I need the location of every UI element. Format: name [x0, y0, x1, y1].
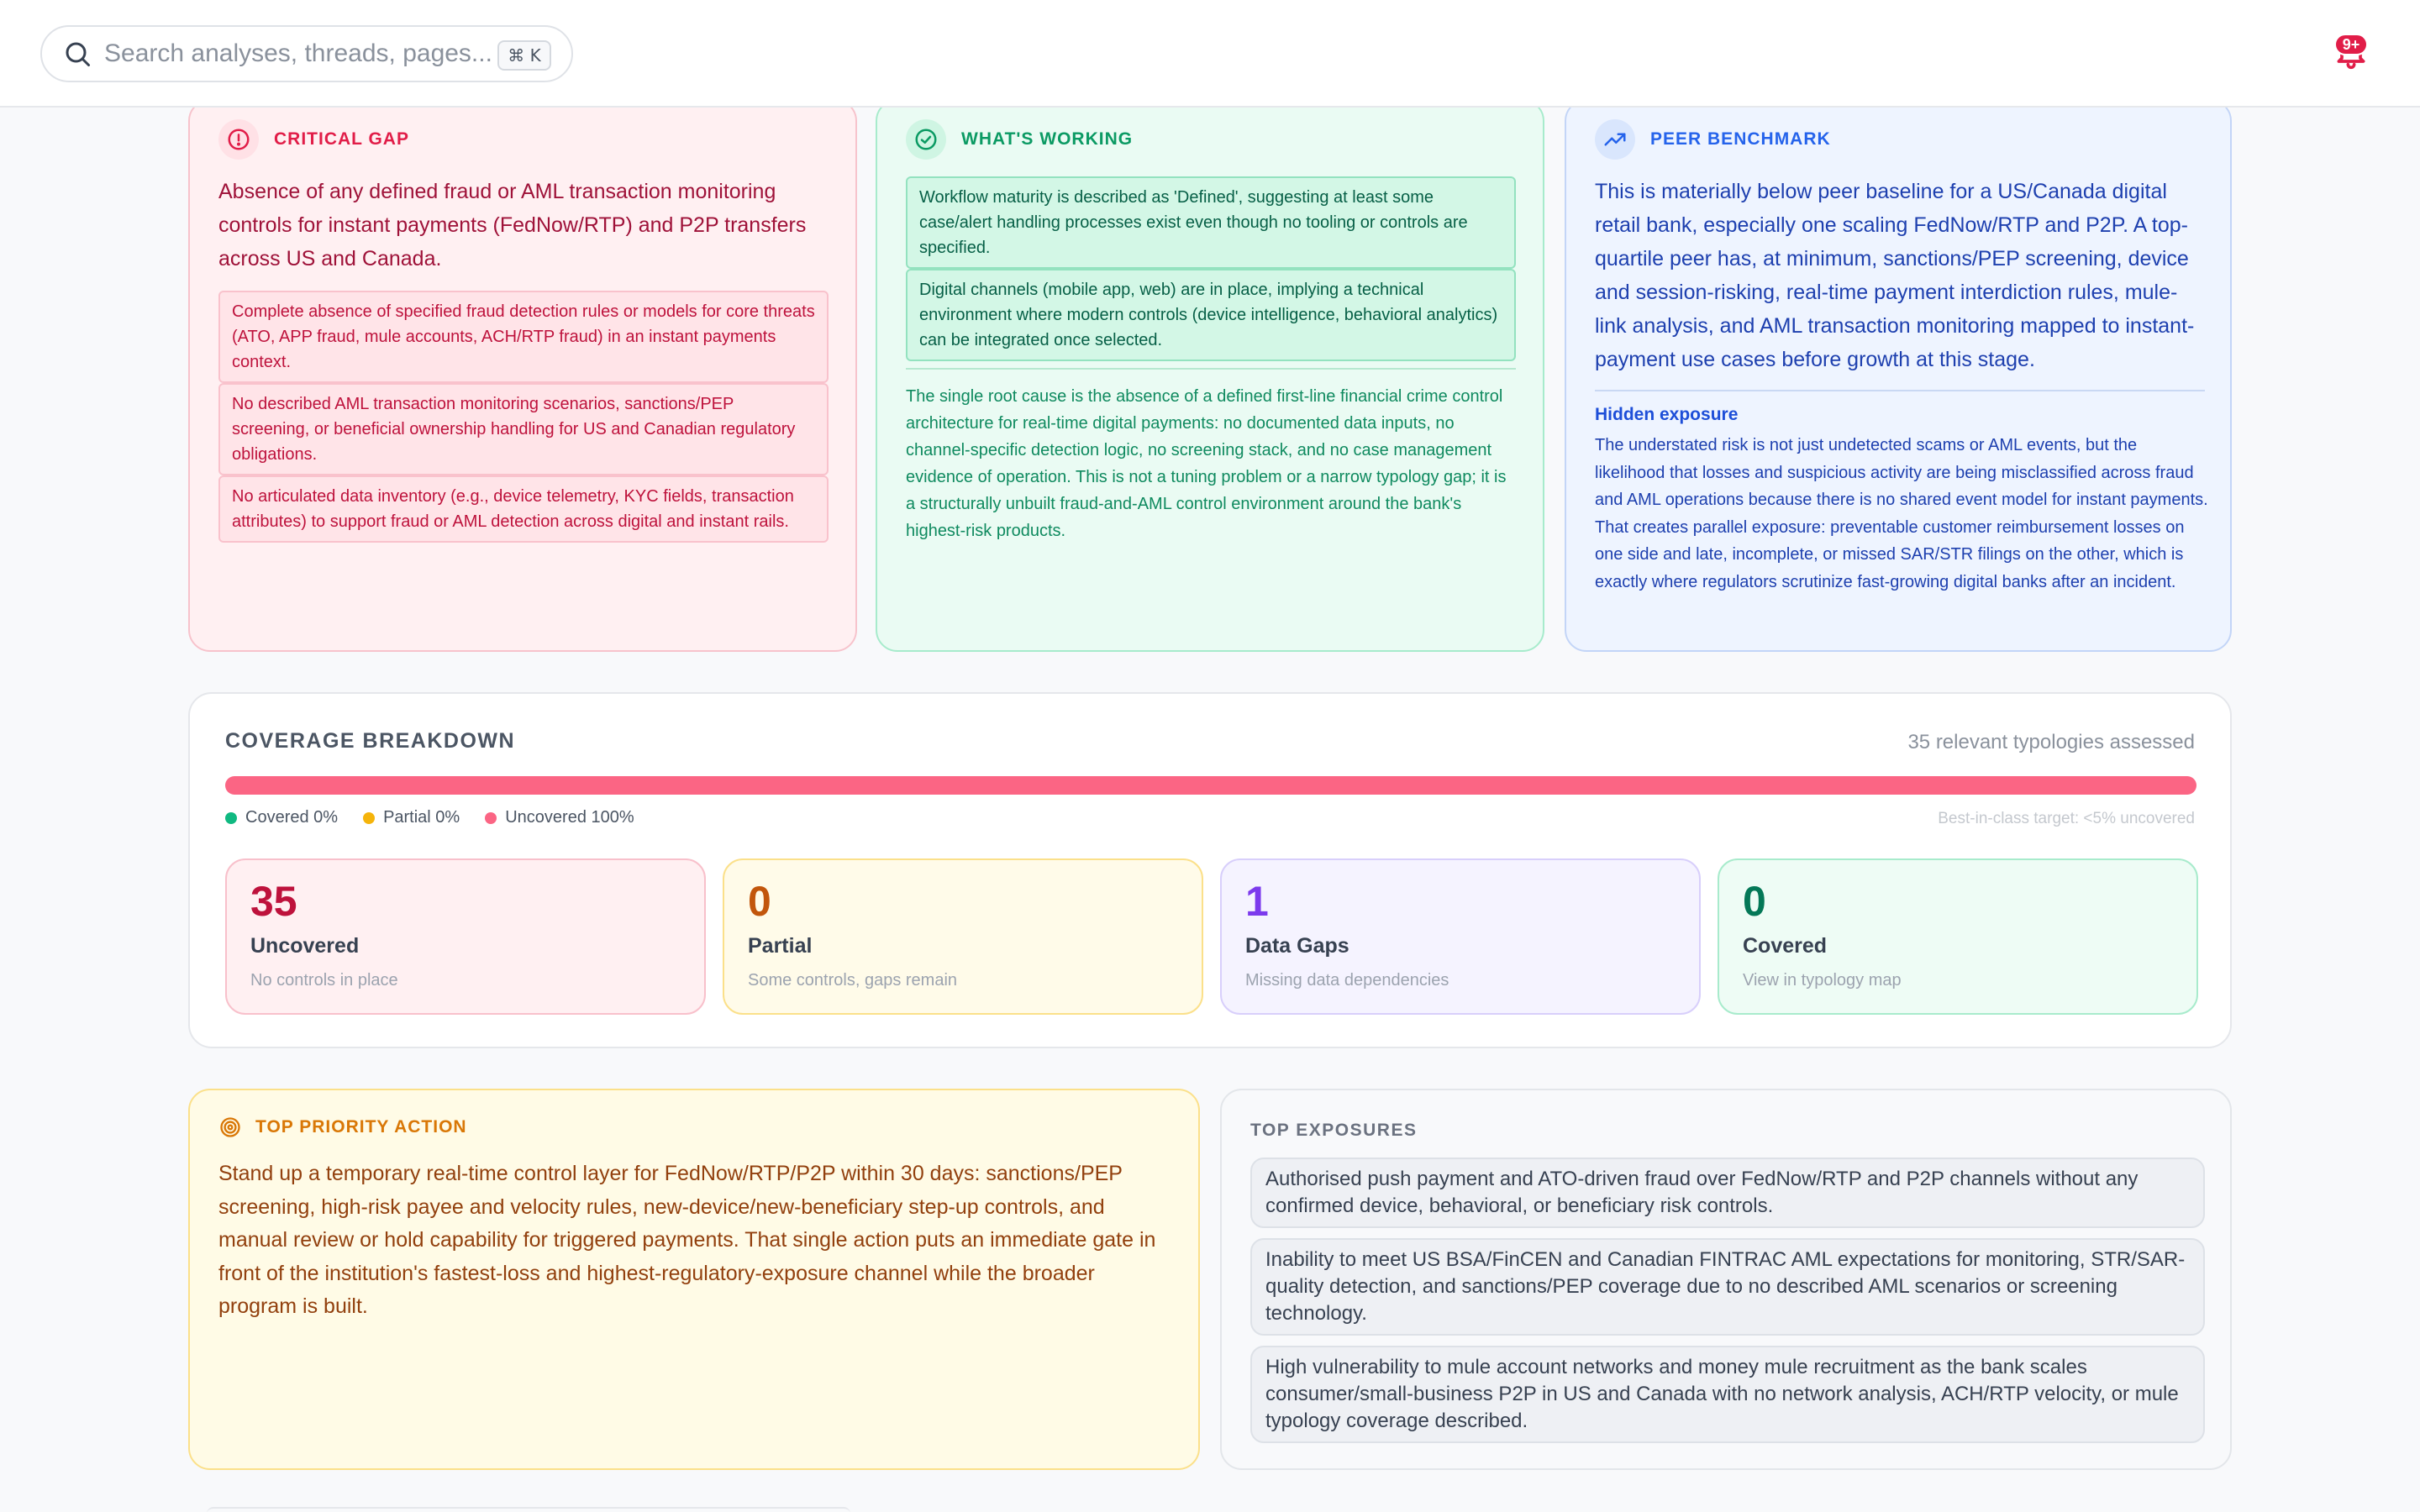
critical-gap-summary: Absence of any defined fraud or AML tran… [218, 180, 807, 270]
stat-card-partial[interactable]: 0 Partial Some controls, gaps remain [723, 858, 1203, 1015]
coverage-bar [225, 776, 2196, 795]
critical-gap-label: CRITICAL GAP [274, 129, 409, 149]
critical-gap-header: CRITICAL GAP [218, 119, 409, 160]
working-item: Digital channels (mobile app, web) are i… [906, 269, 1516, 361]
legend-covered: Covered 0% [225, 808, 338, 827]
root-cause-text: The single root cause is the absence of … [906, 387, 1507, 540]
top-priority-action-card: TOP PRIORITY ACTION Stand up a temporary… [188, 1089, 1200, 1470]
hidden-exposure-text: The understated risk is not just undetec… [1595, 436, 2208, 591]
shortcut-hint: ⌘ K [497, 40, 551, 71]
target-note: Best-in-class target: <5% uncovered [1938, 810, 2195, 827]
search-box[interactable]: ⌘ K [40, 25, 573, 82]
divider [906, 368, 1516, 370]
search-input[interactable] [104, 39, 491, 68]
coverage-title: COVERAGE BREAKDOWN [225, 729, 516, 753]
priority-text: Stand up a temporary real-time control l… [218, 1162, 1156, 1318]
partial-dot-icon [363, 811, 376, 824]
stat-value: 35 [250, 878, 297, 925]
critical-gap-card: CRITICAL GAP Absence of any defined frau… [188, 99, 857, 652]
typologies-assessed: 35 relevant typologies assessed [1907, 731, 2195, 753]
stat-card-uncovered[interactable]: 35 Uncovered No controls in place [225, 858, 706, 1015]
search-icon [66, 42, 90, 66]
exposure-item: Inability to meet US BSA/FinCEN and Cana… [1250, 1238, 2205, 1336]
priority-header: TOP PRIORITY ACTION [218, 1116, 467, 1139]
coverage-breakdown-panel: COVERAGE BREAKDOWN 35 relevant typologie… [188, 692, 2232, 1048]
priority-label: TOP PRIORITY ACTION [255, 1117, 467, 1137]
stat-value: 0 [1743, 878, 1766, 925]
coverage-legend: Covered 0% Partial 0% Uncovered 100% [225, 808, 660, 827]
notification-badge[interactable]: 9+ [2334, 34, 2368, 55]
check-circle-icon [906, 119, 946, 160]
stat-label: Covered [1743, 934, 1828, 958]
whats-working-header: WHAT'S WORKING [906, 119, 1133, 160]
peer-benchmark-header: PEER BENCHMARK [1595, 119, 1831, 160]
whats-working-card: WHAT'S WORKING Workflow maturity is desc… [876, 99, 1544, 652]
stat-label: Partial [748, 934, 813, 958]
critical-gap-item: No articulated data inventory (e.g., dev… [218, 475, 829, 543]
divider [1595, 390, 2205, 391]
top-exposures-card: TOP EXPOSURES Authorised push payment an… [1220, 1089, 2232, 1470]
stat-value: 1 [1245, 878, 1269, 925]
alert-circle-icon [218, 119, 259, 160]
stat-description: Some controls, gaps remain [748, 971, 958, 990]
hidden-exposure-title: Hidden exposure [1595, 405, 1739, 424]
uncovered-dot-icon [485, 811, 497, 824]
exposure-item: High vulnerability to mule account netwo… [1250, 1346, 2205, 1443]
stat-value: 0 [748, 878, 771, 925]
legend-partial: Partial 0% [363, 808, 460, 827]
covered-dot-icon [225, 811, 237, 824]
peer-benchmark-card: PEER BENCHMARK This is materially below … [1565, 99, 2232, 652]
exposure-item: Authorised push payment and ATO-driven f… [1250, 1158, 2205, 1228]
stat-label: Data Gaps [1245, 934, 1349, 958]
critical-gap-item: Complete absence of specified fraud dete… [218, 291, 829, 383]
peer-benchmark-summary: This is materially below peer baseline f… [1595, 180, 2195, 371]
target-icon [220, 1117, 240, 1137]
next-section-edge [207, 1507, 850, 1512]
stat-card-data-gaps[interactable]: 1 Data Gaps Missing data dependencies [1220, 858, 1701, 1015]
stat-description: No controls in place [250, 971, 398, 990]
trending-up-icon [1595, 119, 1635, 160]
peer-benchmark-label: PEER BENCHMARK [1650, 129, 1831, 149]
stat-card-covered[interactable]: 0 Covered View in typology map [1718, 858, 2198, 1015]
critical-gap-item: No described AML transaction monitoring … [218, 383, 829, 475]
legend-uncovered: Uncovered 100% [485, 808, 634, 827]
stat-label: Uncovered [250, 934, 360, 958]
exposures-title: TOP EXPOSURES [1250, 1121, 1418, 1140]
top-bar: ⌘ K 9+ [0, 0, 2420, 108]
coverage-bar-uncovered [225, 776, 2196, 795]
whats-working-label: WHAT'S WORKING [961, 129, 1134, 149]
stat-description: View in typology map [1743, 971, 1902, 990]
stat-description: Missing data dependencies [1245, 971, 1449, 990]
working-item: Workflow maturity is described as 'Defin… [906, 176, 1516, 269]
